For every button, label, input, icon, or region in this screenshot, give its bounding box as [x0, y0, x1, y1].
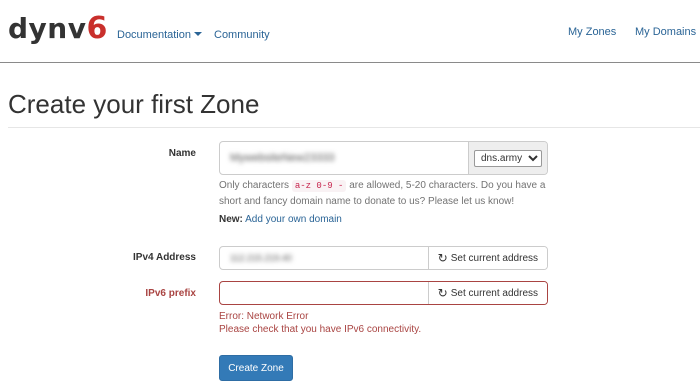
ipv6-error-message: Error: Network Error — [219, 311, 309, 322]
site-logo[interactable]: dynv6 — [8, 12, 108, 46]
ipv6-input-group: ↻ Set current address — [219, 281, 548, 305]
ipv6-error-hint: Please check that you have IPv6 connecti… — [219, 324, 422, 335]
ipv4-set-current-label: Set current address — [450, 252, 538, 264]
ipv6-set-current-label: Set current address — [450, 287, 538, 299]
create-zone-button[interactable]: Create Zone — [219, 355, 293, 381]
name-help-text: Only characters a-z 0-9 - are allowed, 5… — [219, 178, 549, 209]
ipv6-set-current-button[interactable]: ↻ Set current address — [427, 282, 547, 304]
nav-documentation-dropdown[interactable]: Documentation — [117, 29, 202, 41]
help-prefix: Only characters — [219, 180, 292, 191]
caret-down-icon — [194, 32, 202, 37]
title-divider — [8, 127, 700, 128]
new-domain-line: New: Add your own domain — [219, 214, 342, 225]
ipv6-prefix-input[interactable] — [220, 282, 428, 304]
nav-my-zones-link[interactable]: My Zones — [568, 26, 616, 38]
zone-domain-select[interactable]: dns.army — [474, 149, 542, 167]
ipv4-set-current-button[interactable]: ↻ Set current address — [427, 247, 547, 269]
name-label: Name — [168, 148, 196, 159]
logo-text: dynv — [8, 12, 87, 45]
refresh-icon: ↻ — [437, 286, 448, 300]
page-title: Create your first Zone — [8, 89, 260, 119]
zone-name-input[interactable] — [220, 142, 468, 174]
ipv6-label: IPv6 prefix — [145, 288, 196, 299]
add-own-domain-link[interactable]: Add your own domain — [245, 214, 342, 225]
allowed-chars-code: a-z 0-9 - — [291, 180, 347, 192]
logo-six: 6 — [86, 11, 108, 46]
nav-documentation-label: Documentation — [117, 29, 191, 41]
ipv4-label: IPv4 Address — [133, 252, 196, 263]
name-input-group: dns.army — [219, 141, 548, 175]
ipv4-address-input[interactable] — [220, 247, 428, 269]
new-label: New: — [219, 214, 243, 225]
zone-select-addon: dns.army — [468, 142, 547, 174]
nav-my-domains-link[interactable]: My Domains — [635, 26, 696, 38]
nav-community-link[interactable]: Community — [214, 29, 270, 41]
ipv4-input-group: ↻ Set current address — [219, 246, 548, 270]
refresh-icon: ↻ — [437, 251, 448, 265]
navbar: dynv6 Documentation Community My Zones M… — [0, 0, 700, 63]
